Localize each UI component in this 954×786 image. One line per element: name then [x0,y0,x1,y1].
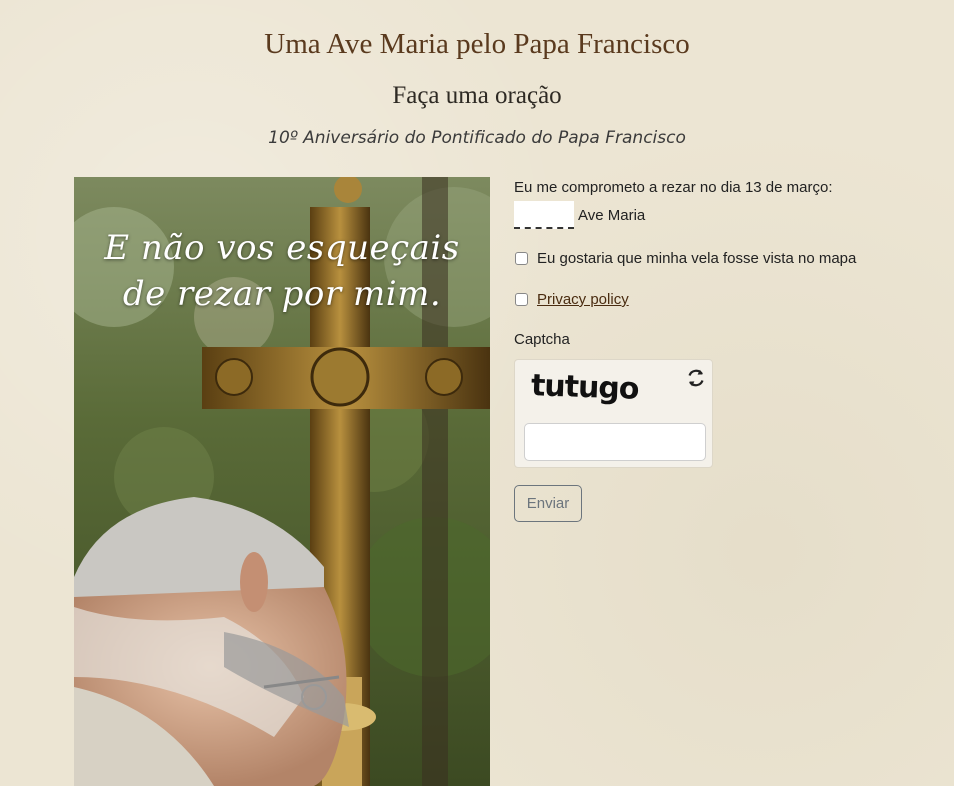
captcha-box: tutugo [514,359,713,468]
count-unit-label: Ave Maria [578,207,646,224]
map-checkbox-label: Eu gostaria que minha vela fosse vista n… [537,250,857,267]
pope-photo: E não vos esqueçais de rezar por mim. [74,177,490,786]
captcha-image-text: tutugo [530,368,640,407]
captcha-input[interactable] [524,423,706,461]
privacy-checkbox-row[interactable]: Privacy policy [514,291,629,308]
page-subtitle: Faça uma oração [392,82,562,109]
refresh-icon-graphic [688,369,704,387]
pledge-label: Eu me comprometo a rezar no dia 13 de ma… [514,179,833,196]
quote-line-1: E não vos esqueçais [104,228,460,268]
map-checkbox[interactable] [515,252,528,265]
page-tagline: 10º Aniversário do Pontificado do Papa F… [268,128,686,148]
quote-line-2: de rezar por mim. [122,274,442,314]
submit-button[interactable]: Enviar [514,485,582,522]
privacy-policy-link[interactable]: Privacy policy [537,291,629,308]
ave-maria-count-input[interactable] [514,201,574,229]
page-title: Uma Ave Maria pelo Papa Francisco [264,28,690,60]
captcha-label: Captcha [514,331,570,348]
refresh-icon[interactable] [685,367,707,389]
photo-quote: E não vos esqueçais de rezar por mim. [74,225,490,317]
map-checkbox-row[interactable]: Eu gostaria que minha vela fosse vista n… [514,250,856,267]
privacy-checkbox[interactable] [515,293,528,306]
